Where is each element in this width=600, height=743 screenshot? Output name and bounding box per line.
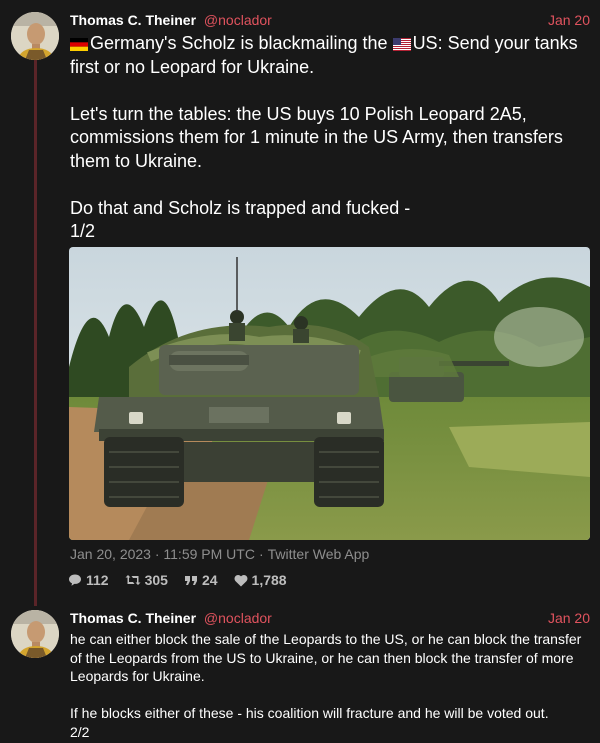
like-count: 1,788 xyxy=(251,572,287,588)
tweet-meta: Jan 20, 2023 · 11:59 PM UTC · Twitter Web … xyxy=(70,546,369,562)
author-handle[interactable]: @noclador xyxy=(204,12,272,28)
quote-stat[interactable]: 24 xyxy=(184,572,218,588)
tweet-date[interactable]: Jan 20 xyxy=(548,10,590,30)
author-name[interactable]: Thomas C. Theiner xyxy=(70,12,196,28)
comment-icon xyxy=(69,574,81,586)
author-handle[interactable]: @noclador xyxy=(204,610,272,626)
tweet-actions: 112 305 24 1,788 xyxy=(68,570,287,590)
tweet-header: Thomas C. Theiner @noclador Jan 20 xyxy=(70,608,590,628)
germany-flag-icon xyxy=(70,38,88,51)
tweet-image[interactable] xyxy=(69,247,590,540)
quote-icon xyxy=(184,576,197,585)
retweet-count: 305 xyxy=(144,572,168,588)
tweet-text-part1: Germany's Scholz is blackmailing the xyxy=(90,33,393,53)
retweet-icon xyxy=(125,575,141,585)
tweet-text: he can either block the sale of the Leop… xyxy=(70,631,582,740)
author-name[interactable]: Thomas C. Theiner xyxy=(70,610,196,626)
meta-separator: · xyxy=(258,546,264,562)
quote-count: 24 xyxy=(201,572,218,588)
thread-connector-line xyxy=(34,58,37,606)
usa-flag-icon xyxy=(392,38,411,51)
heart-icon xyxy=(234,574,247,586)
tweet-text-part2: US: Send your tanks first or no Leopard … xyxy=(70,33,578,241)
reply-count: 112 xyxy=(86,572,109,588)
tweet-date[interactable]: Jan 20 xyxy=(548,608,590,628)
tweet-timestamp[interactable]: Jan 20, 2023 · 11:59 PM UTC xyxy=(70,546,255,562)
tweet-text: Germany's Scholz is blackmailing the US:… xyxy=(70,32,590,244)
reply-stat[interactable]: 112 xyxy=(68,572,109,588)
like-stat[interactable]: 1,788 xyxy=(234,572,287,588)
tweet-header: Thomas C. Theiner @noclador Jan 20 xyxy=(70,10,590,30)
avatar[interactable] xyxy=(11,610,59,658)
avatar[interactable] xyxy=(11,12,59,60)
retweet-stat[interactable]: 305 xyxy=(125,572,168,588)
tweet-source: Twitter Web App xyxy=(267,546,370,562)
